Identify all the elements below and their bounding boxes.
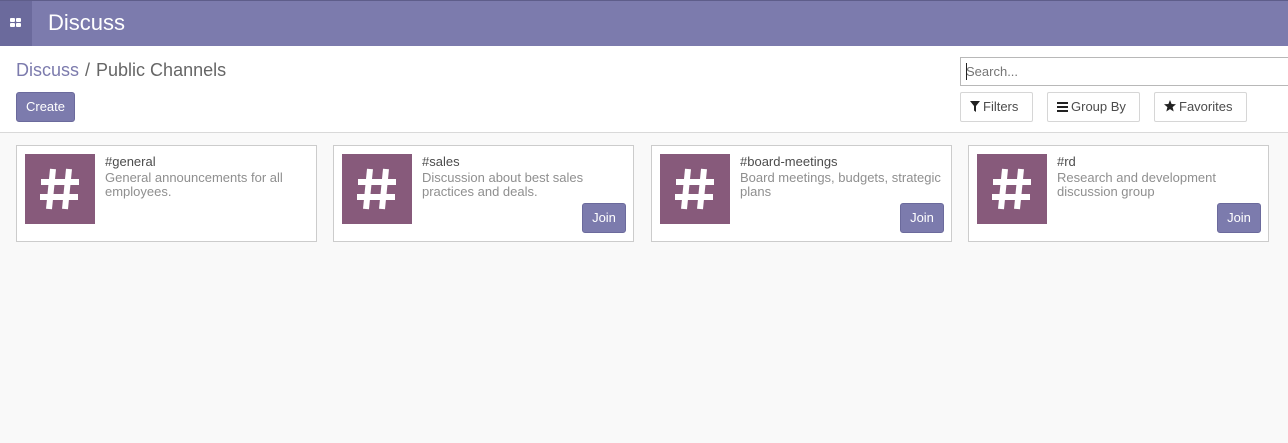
breadcrumb-root-link[interactable]: Discuss xyxy=(16,60,79,80)
breadcrumb-current: Public Channels xyxy=(96,60,227,80)
hashtag-icon xyxy=(992,168,1031,210)
app-title[interactable]: Discuss xyxy=(48,10,125,36)
favorites-button[interactable]: Favorites xyxy=(1154,92,1247,122)
search-box xyxy=(960,57,1288,86)
filter-icon xyxy=(970,94,980,122)
channel-name: #rd xyxy=(1057,154,1076,169)
channel-avatar xyxy=(342,154,412,224)
search-input[interactable] xyxy=(964,58,1288,85)
group-by-label: Group By xyxy=(1071,99,1126,114)
breadcrumb: Discuss / Public Channels xyxy=(16,60,226,80)
channel-card[interactable]: #general General announcements for all e… xyxy=(16,145,317,242)
top-navbar: Discuss xyxy=(0,0,1288,46)
create-button[interactable]: Create xyxy=(16,92,75,122)
channel-avatar xyxy=(660,154,730,224)
channel-description: Discussion about best sales practices an… xyxy=(422,170,584,199)
group-by-button[interactable]: Group By xyxy=(1047,92,1140,122)
channel-description: General announcements for all employees. xyxy=(105,170,283,199)
star-icon xyxy=(1164,94,1176,122)
channel-avatar xyxy=(977,154,1047,224)
channel-card[interactable]: #sales Discussion about best sales pract… xyxy=(333,145,634,242)
channel-avatar xyxy=(25,154,95,224)
channel-card[interactable]: #rd Research and development discussion … xyxy=(968,145,1269,242)
channel-name: #general xyxy=(105,154,156,169)
filters-button[interactable]: Filters xyxy=(960,92,1033,122)
channel-card[interactable]: #board-meetings Board meetings, budgets,… xyxy=(651,145,952,242)
join-button[interactable]: Join xyxy=(582,203,626,233)
favorites-label: Favorites xyxy=(1179,99,1233,114)
channel-description: Research and development discussion grou… xyxy=(1057,170,1216,199)
text-caret xyxy=(966,63,967,80)
apps-menu-button[interactable] xyxy=(0,1,32,46)
breadcrumb-separator: / xyxy=(85,60,91,80)
kanban-view: #general General announcements for all e… xyxy=(0,133,1288,443)
bars-icon xyxy=(1057,94,1068,122)
channel-description: Board meetings, budgets, strategic plans xyxy=(740,170,941,199)
hashtag-icon xyxy=(357,168,396,210)
join-button[interactable]: Join xyxy=(900,203,944,233)
filters-label: Filters xyxy=(983,99,1019,114)
channel-name: #sales xyxy=(422,154,460,169)
hashtag-icon xyxy=(675,168,714,210)
join-button[interactable]: Join xyxy=(1217,203,1261,233)
hashtag-icon xyxy=(40,168,79,210)
channel-name: #board-meetings xyxy=(740,154,838,169)
control-panel: Discuss /Public Channels Create Filters G… xyxy=(0,46,1288,133)
grid-icon xyxy=(10,18,22,28)
